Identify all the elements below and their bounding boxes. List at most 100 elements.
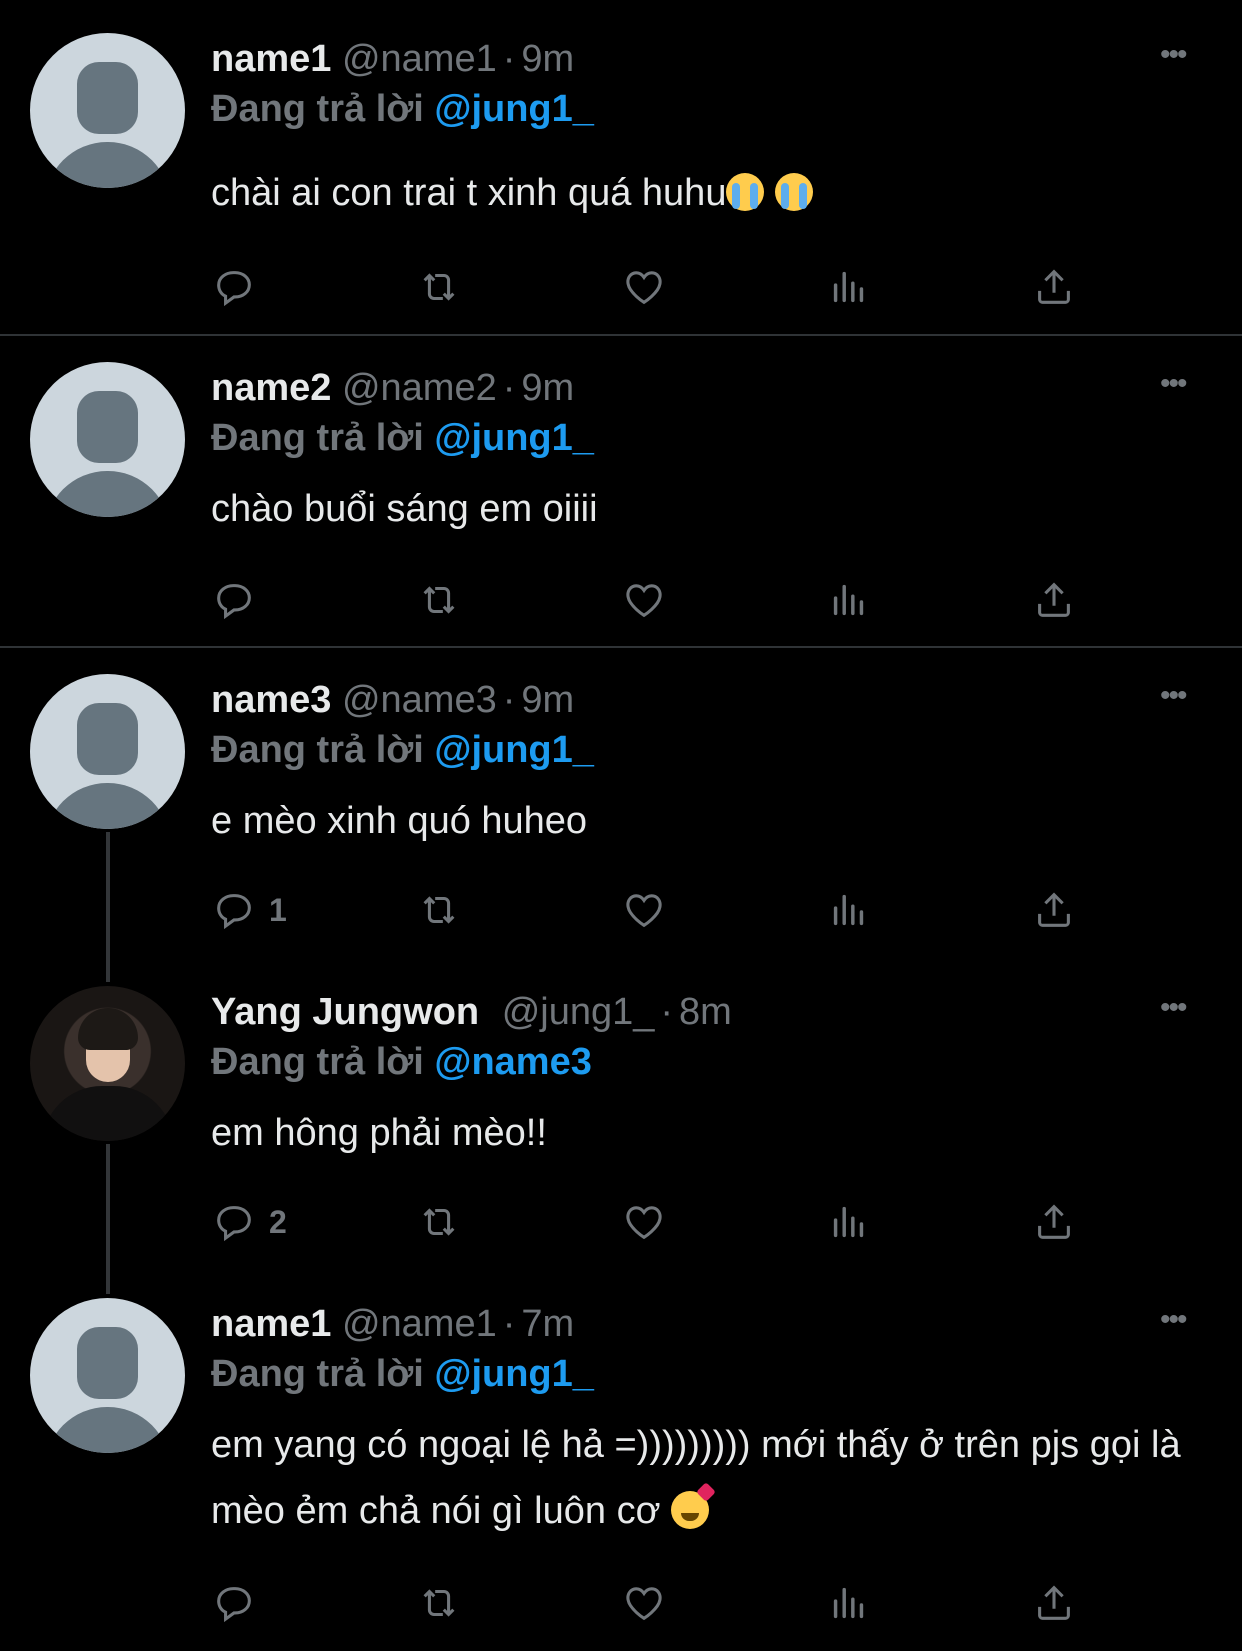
tweet-actions [211,262,1111,312]
tweet-actions: 1 [211,885,1111,935]
retweet-button[interactable] [416,1197,462,1247]
handle[interactable]: @name2 [342,367,497,409]
share-button[interactable] [1031,885,1077,935]
divider [0,334,1242,336]
thread-connector [106,1144,110,1294]
tweet-text-content: chài ai con trai t xinh quá huhu [211,172,727,214]
default-avatar-head [77,703,138,775]
share-button[interactable] [1031,262,1077,312]
divider [0,646,1242,648]
more-icon[interactable]: ••• [1160,38,1187,72]
avatar[interactable] [30,674,185,829]
avatar[interactable] [30,1298,185,1453]
like-button[interactable] [621,885,667,935]
tweet-header: name1 @name1 · 9m [211,38,574,81]
reply-button[interactable] [211,262,269,312]
replying-prefix: Đang trả lời [211,1353,424,1395]
tweet-text: chài ai con trai t xinh quá huhu [211,160,1211,226]
mention-link[interactable]: @jung1_ [434,1353,594,1395]
tweet-header: Yang Jungwon @jung1_ · 8m [211,991,732,1034]
retweet-icon [416,264,462,310]
tweet-actions [211,575,1111,625]
retweet-button[interactable] [416,575,462,625]
analytics-icon [826,887,872,933]
display-name[interactable]: name1 [211,1303,331,1345]
share-button[interactable] [1031,1578,1077,1628]
share-icon [1031,264,1077,310]
tweet-text: chào buổi sáng em oiiii [211,488,598,530]
tweet-header: name1 @name1 · 7m [211,1303,574,1346]
reply-count: 1 [269,891,287,928]
display-name[interactable]: name1 [211,38,331,80]
display-name[interactable]: name3 [211,679,331,721]
default-avatar-body [45,471,170,517]
mention-link[interactable]: @jung1_ [434,88,594,130]
analytics-button[interactable] [826,885,872,935]
share-icon [1031,1580,1077,1626]
analytics-button[interactable] [826,1197,872,1247]
like-button[interactable] [621,1578,667,1628]
like-button[interactable] [621,262,667,312]
more-icon[interactable]: ••• [1160,1303,1187,1337]
replying-to: Đang trả lời @jung1_ [211,729,594,772]
like-icon [621,264,667,310]
avatar[interactable] [30,362,185,517]
loudly-crying-face-icon [775,173,814,211]
analytics-button[interactable] [826,575,872,625]
tweet-text: e mèo xinh quó huheo [211,800,588,842]
timestamp[interactable]: 7m [521,1303,574,1345]
analytics-icon [826,1199,872,1245]
reply-button[interactable]: 2 [211,1197,287,1247]
mention-link[interactable]: @jung1_ [434,417,594,459]
retweet-button[interactable] [416,885,462,935]
like-icon [621,887,667,933]
handle[interactable]: @name3 [342,679,497,721]
timestamp[interactable]: 9m [521,367,574,409]
default-avatar-head [77,1327,138,1399]
tweet-text: em yang có ngoại lệ hả =))))))))) mới th… [211,1412,1211,1544]
handle[interactable]: @name1 [342,38,497,80]
retweet-button[interactable] [416,1578,462,1628]
reply-button[interactable] [211,1578,269,1628]
avatar[interactable] [30,986,185,1141]
timestamp[interactable]: 9m [521,38,574,80]
reply-icon [211,1199,257,1245]
analytics-icon [826,577,872,623]
display-name[interactable]: Yang Jungwon [211,991,479,1033]
separator: · [502,1303,516,1345]
mention-link[interactable]: @jung1_ [434,729,594,771]
replying-to: Đang trả lời @jung1_ [211,88,594,131]
like-icon [621,1580,667,1626]
analytics-button[interactable] [826,1578,872,1628]
like-button[interactable] [621,1197,667,1247]
separator: · [502,38,516,80]
separator: · [502,367,516,409]
more-icon[interactable]: ••• [1160,367,1187,401]
share-button[interactable] [1031,575,1077,625]
timestamp[interactable]: 9m [521,679,574,721]
retweet-button[interactable] [416,262,462,312]
handle[interactable]: @jung1_ [502,991,655,1033]
like-button[interactable] [621,575,667,625]
thread-connector [106,832,110,982]
handle[interactable]: @name1 [342,1303,497,1345]
analytics-button[interactable] [826,262,872,312]
retweet-icon [416,887,462,933]
display-name[interactable]: name2 [211,367,331,409]
retweet-icon [416,577,462,623]
more-icon[interactable]: ••• [1160,679,1187,713]
like-icon [621,577,667,623]
avatar[interactable] [30,33,185,188]
more-icon[interactable]: ••• [1160,991,1187,1025]
mention-link[interactable]: @name3 [434,1041,591,1083]
default-avatar-head [77,62,138,134]
default-avatar-head [77,391,138,463]
replying-prefix: Đang trả lời [211,1041,424,1083]
reply-button[interactable] [211,575,269,625]
reply-button[interactable]: 1 [211,885,287,935]
default-avatar-body [45,783,170,829]
smiling-face-with-hearts-icon [671,1491,710,1529]
share-button[interactable] [1031,1197,1077,1247]
timestamp[interactable]: 8m [679,991,732,1033]
share-icon [1031,887,1077,933]
